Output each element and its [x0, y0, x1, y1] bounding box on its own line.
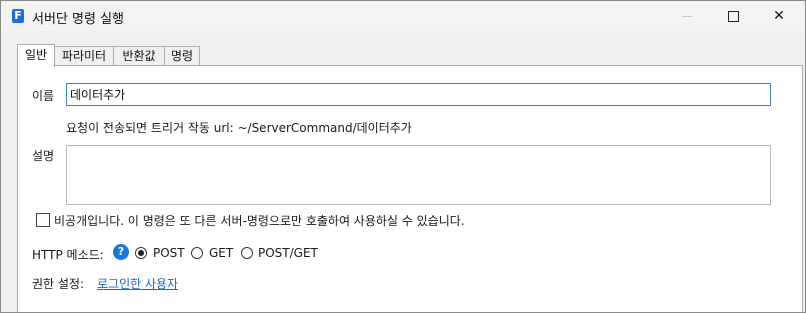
- radio-get[interactable]: [191, 247, 203, 259]
- permission-link[interactable]: 로그인한 사용자: [97, 275, 178, 292]
- tab-parameters[interactable]: 파라미터: [54, 46, 114, 66]
- close-button[interactable]: ✕: [756, 1, 802, 31]
- private-checkbox-label: 비공개입니다. 이 명령은 또 다른 서버-명령으로만 호출하여 사용하실 수 …: [54, 214, 465, 228]
- radio-get-label: GET: [209, 246, 234, 260]
- radio-post-label: POST: [153, 246, 185, 260]
- private-checkbox[interactable]: [36, 213, 50, 227]
- description-label: 설명: [32, 149, 55, 163]
- help-icon[interactable]: ?: [113, 244, 129, 260]
- permission-label: 권한 설정:: [32, 277, 85, 291]
- radio-post-get-label: POST/GET: [258, 246, 318, 260]
- general-tab-panel: 이름 요청이 전송되면 트리거 작동 url: ~/ServerCommand/…: [17, 65, 803, 312]
- tab-return-values[interactable]: 반환값: [113, 46, 165, 66]
- minimize-button[interactable]: [664, 1, 710, 31]
- title-bar: F 서버단 명령 실행 ✕: [1, 1, 805, 31]
- name-input[interactable]: [66, 83, 771, 106]
- description-textarea[interactable]: [66, 145, 771, 205]
- maximize-button[interactable]: [710, 1, 756, 31]
- radio-post-get[interactable]: [241, 247, 253, 259]
- url-hint-text: 요청이 전송되면 트리거 작동 url: ~/ServerCommand/데이터…: [66, 121, 412, 135]
- tab-commands[interactable]: 명령: [164, 46, 200, 66]
- radio-post[interactable]: [135, 247, 147, 259]
- tab-general[interactable]: 일반: [17, 44, 55, 67]
- http-method-label: HTTP 메소드:: [32, 248, 104, 262]
- close-icon: ✕: [773, 8, 785, 24]
- app-logo-icon: F: [12, 9, 24, 23]
- minimize-icon: [682, 15, 692, 17]
- window-title: 서버단 명령 실행: [32, 12, 124, 27]
- name-label: 이름: [32, 89, 55, 103]
- command-window: F 서버단 명령 실행 ✕ 일반 파라미터 반환값 명령 이름 요청이 전송되면…: [0, 0, 806, 313]
- maximize-icon: [727, 10, 739, 22]
